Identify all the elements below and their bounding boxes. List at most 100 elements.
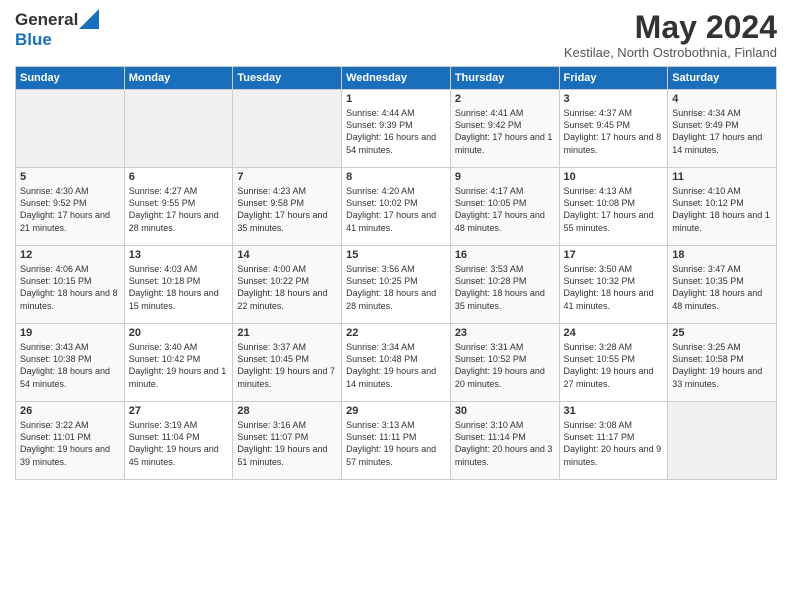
day-number: 19 (20, 327, 120, 339)
calendar-cell: 5 Sunrise: 4:30 AM Sunset: 9:52 PM Daylig… (16, 168, 125, 246)
day-number: 22 (346, 327, 446, 339)
day-number: 10 (564, 171, 664, 183)
day-number: 21 (237, 327, 337, 339)
calendar-week-1: 5 Sunrise: 4:30 AM Sunset: 9:52 PM Daylig… (16, 168, 777, 246)
title-block: May 2024 Kestilae, North Ostrobothnia, F… (564, 10, 777, 60)
day-info: Sunrise: 4:23 AM Sunset: 9:58 PM Dayligh… (237, 185, 337, 234)
day-number: 2 (455, 93, 555, 105)
day-info: Sunrise: 3:13 AM Sunset: 11:11 PM Daylig… (346, 419, 446, 468)
th-saturday: Saturday (668, 67, 777, 90)
calendar-cell: 29 Sunrise: 3:13 AM Sunset: 11:11 PM Dayl… (342, 402, 451, 480)
calendar-cell: 27 Sunrise: 3:19 AM Sunset: 11:04 PM Dayl… (124, 402, 233, 480)
day-number: 20 (129, 327, 229, 339)
day-number: 13 (129, 249, 229, 261)
header: General Blue May 2024 Kestilae, North Os… (15, 10, 777, 60)
month-year-title: May 2024 (564, 10, 777, 45)
logo-general-text: General (15, 10, 78, 30)
day-number: 30 (455, 405, 555, 417)
day-info: Sunrise: 4:10 AM Sunset: 10:12 PM Daylig… (672, 185, 772, 234)
day-number: 5 (20, 171, 120, 183)
calendar-cell: 31 Sunrise: 3:08 AM Sunset: 11:17 PM Dayl… (559, 402, 668, 480)
logo-icon (79, 9, 99, 29)
day-info: Sunrise: 3:50 AM Sunset: 10:32 PM Daylig… (564, 263, 664, 312)
location-text: Kestilae, North Ostrobothnia, Finland (564, 45, 777, 60)
calendar-cell (233, 90, 342, 168)
day-number: 28 (237, 405, 337, 417)
calendar-cell: 21 Sunrise: 3:37 AM Sunset: 10:45 PM Dayl… (233, 324, 342, 402)
calendar-week-0: 1Sunrise: 4:44 AM Sunset: 9:39 PM Daylig… (16, 90, 777, 168)
header-row: Sunday Monday Tuesday Wednesday Thursday… (16, 67, 777, 90)
calendar-cell: 25 Sunrise: 3:25 AM Sunset: 10:58 PM Dayl… (668, 324, 777, 402)
day-number: 17 (564, 249, 664, 261)
calendar-table: Sunday Monday Tuesday Wednesday Thursday… (15, 66, 777, 480)
calendar-cell: 10 Sunrise: 4:13 AM Sunset: 10:08 PM Dayl… (559, 168, 668, 246)
page: General Blue May 2024 Kestilae, North Os… (0, 0, 792, 612)
calendar-week-2: 12 Sunrise: 4:06 AM Sunset: 10:15 PM Dayl… (16, 246, 777, 324)
logo: General Blue (15, 10, 99, 50)
th-tuesday: Tuesday (233, 67, 342, 90)
day-info: Sunrise: 4:30 AM Sunset: 9:52 PM Dayligh… (20, 185, 120, 234)
calendar-week-4: 26Sunrise: 3:22 AM Sunset: 11:01 PM Dayl… (16, 402, 777, 480)
day-number: 27 (129, 405, 229, 417)
calendar-cell (16, 90, 125, 168)
calendar-cell: 1Sunrise: 4:44 AM Sunset: 9:39 PM Daylig… (342, 90, 451, 168)
calendar-cell: 8Sunrise: 4:20 AM Sunset: 10:02 PM Dayli… (342, 168, 451, 246)
day-number: 6 (129, 171, 229, 183)
day-info: Sunrise: 3:53 AM Sunset: 10:28 PM Daylig… (455, 263, 555, 312)
day-number: 18 (672, 249, 772, 261)
calendar-cell: 12 Sunrise: 4:06 AM Sunset: 10:15 PM Dayl… (16, 246, 125, 324)
calendar-cell: 28Sunrise: 3:16 AM Sunset: 11:07 PM Dayl… (233, 402, 342, 480)
day-info: Sunrise: 4:34 AM Sunset: 9:49 PM Dayligh… (672, 107, 772, 156)
day-number: 7 (237, 171, 337, 183)
day-number: 11 (672, 171, 772, 183)
day-info: Sunrise: 4:37 AM Sunset: 9:45 PM Dayligh… (564, 107, 664, 156)
calendar-cell: 9Sunrise: 4:17 AM Sunset: 10:05 PM Dayli… (450, 168, 559, 246)
th-wednesday: Wednesday (342, 67, 451, 90)
day-info: Sunrise: 4:03 AM Sunset: 10:18 PM Daylig… (129, 263, 229, 312)
day-info: Sunrise: 3:28 AM Sunset: 10:55 PM Daylig… (564, 341, 664, 390)
day-info: Sunrise: 3:19 AM Sunset: 11:04 PM Daylig… (129, 419, 229, 468)
th-friday: Friday (559, 67, 668, 90)
day-number: 29 (346, 405, 446, 417)
calendar-cell: 4Sunrise: 4:34 AM Sunset: 9:49 PM Daylig… (668, 90, 777, 168)
day-number: 12 (20, 249, 120, 261)
day-info: Sunrise: 3:37 AM Sunset: 10:45 PM Daylig… (237, 341, 337, 390)
day-number: 15 (346, 249, 446, 261)
th-sunday: Sunday (16, 67, 125, 90)
day-info: Sunrise: 4:41 AM Sunset: 9:42 PM Dayligh… (455, 107, 555, 156)
day-info: Sunrise: 3:25 AM Sunset: 10:58 PM Daylig… (672, 341, 772, 390)
calendar-cell: 2 Sunrise: 4:41 AM Sunset: 9:42 PM Daylig… (450, 90, 559, 168)
day-info: Sunrise: 3:40 AM Sunset: 10:42 PM Daylig… (129, 341, 229, 390)
calendar-cell: 16 Sunrise: 3:53 AM Sunset: 10:28 PM Dayl… (450, 246, 559, 324)
calendar-cell: 22Sunrise: 3:34 AM Sunset: 10:48 PM Dayl… (342, 324, 451, 402)
day-info: Sunrise: 4:00 AM Sunset: 10:22 PM Daylig… (237, 263, 337, 312)
day-info: Sunrise: 3:47 AM Sunset: 10:35 PM Daylig… (672, 263, 772, 312)
calendar-cell: 11 Sunrise: 4:10 AM Sunset: 10:12 PM Dayl… (668, 168, 777, 246)
day-number: 24 (564, 327, 664, 339)
calendar-cell: 18 Sunrise: 3:47 AM Sunset: 10:35 PM Dayl… (668, 246, 777, 324)
day-info: Sunrise: 3:22 AM Sunset: 11:01 PM Daylig… (20, 419, 120, 468)
calendar-cell: 3 Sunrise: 4:37 AM Sunset: 9:45 PM Daylig… (559, 90, 668, 168)
day-info: Sunrise: 4:06 AM Sunset: 10:15 PM Daylig… (20, 263, 120, 312)
calendar-cell: 20 Sunrise: 3:40 AM Sunset: 10:42 PM Dayl… (124, 324, 233, 402)
day-info: Sunrise: 4:17 AM Sunset: 10:05 PM Daylig… (455, 185, 555, 234)
calendar-week-3: 19Sunrise: 3:43 AM Sunset: 10:38 PM Dayl… (16, 324, 777, 402)
calendar-cell: 6Sunrise: 4:27 AM Sunset: 9:55 PM Daylig… (124, 168, 233, 246)
calendar-cell: 26Sunrise: 3:22 AM Sunset: 11:01 PM Dayl… (16, 402, 125, 480)
day-info: Sunrise: 3:31 AM Sunset: 10:52 PM Daylig… (455, 341, 555, 390)
day-number: 16 (455, 249, 555, 261)
day-number: 31 (564, 405, 664, 417)
calendar-cell (124, 90, 233, 168)
day-info: Sunrise: 3:08 AM Sunset: 11:17 PM Daylig… (564, 419, 664, 468)
calendar-cell: 15Sunrise: 3:56 AM Sunset: 10:25 PM Dayl… (342, 246, 451, 324)
calendar-cell: 30 Sunrise: 3:10 AM Sunset: 11:14 PM Dayl… (450, 402, 559, 480)
calendar-cell: 23 Sunrise: 3:31 AM Sunset: 10:52 PM Dayl… (450, 324, 559, 402)
day-info: Sunrise: 3:10 AM Sunset: 11:14 PM Daylig… (455, 419, 555, 468)
day-number: 8 (346, 171, 446, 183)
day-number: 14 (237, 249, 337, 261)
logo-blue-text: Blue (15, 30, 52, 49)
day-number: 25 (672, 327, 772, 339)
day-info: Sunrise: 4:13 AM Sunset: 10:08 PM Daylig… (564, 185, 664, 234)
day-number: 23 (455, 327, 555, 339)
day-number: 3 (564, 93, 664, 105)
